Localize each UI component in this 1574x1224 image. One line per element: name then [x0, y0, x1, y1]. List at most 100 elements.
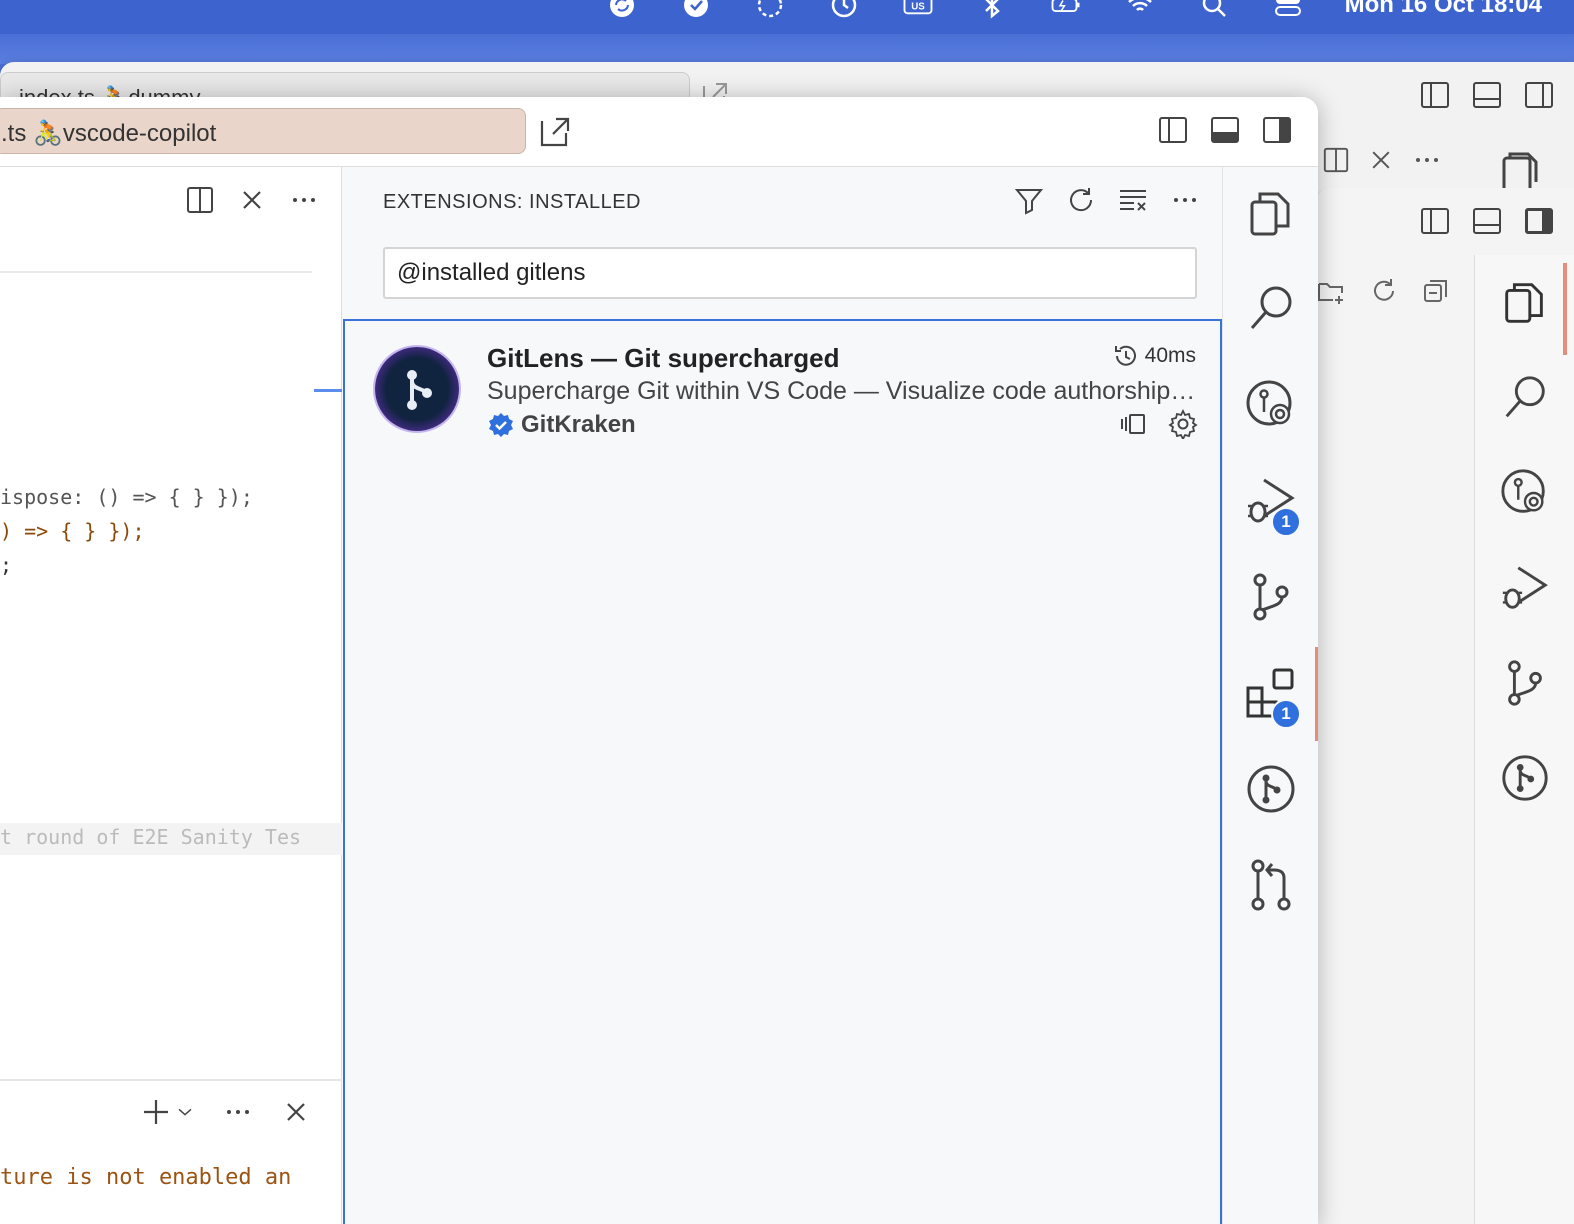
panel-divider — [0, 1079, 342, 1081]
wifi-icon[interactable] — [1123, 0, 1157, 18]
back-explorer-icon[interactable] — [1475, 255, 1574, 350]
layout-controls — [1158, 115, 1292, 145]
publisher-name: GitKraken — [521, 411, 636, 438]
back-explorer-icon-partial — [1502, 152, 1538, 192]
editor-tab-divider — [0, 271, 312, 273]
spotlight-icon[interactable] — [1197, 0, 1231, 18]
back-explorer-toolbar — [1317, 276, 1451, 306]
toggle-primary-sidebar-icon[interactable] — [1158, 115, 1188, 145]
extension-description: Supercharge Git within VS Code — Visuali… — [487, 377, 1199, 405]
back-search-icon[interactable] — [1475, 350, 1574, 445]
terminal-output: ture is not enabled an — [0, 1165, 292, 1190]
bluetooth-icon[interactable] — [975, 0, 1009, 19]
extensions-search-input[interactable]: @installed gitlens — [383, 247, 1197, 299]
search-icon[interactable] — [1223, 263, 1318, 355]
refresh-icon[interactable] — [1369, 276, 1399, 306]
toggle-secondary-sidebar-icon[interactable] — [1524, 80, 1554, 110]
extension-publisher: GitKraken — [487, 411, 636, 439]
code-line[interactable]: ispose: () => { } }); — [0, 485, 253, 509]
battery-icon[interactable] — [1049, 0, 1083, 18]
sync-ignored-icon[interactable] — [1118, 409, 1148, 439]
shield-check-icon[interactable] — [679, 0, 713, 18]
toggle-primary-sidebar-icon[interactable] — [1420, 80, 1450, 110]
close-icon[interactable] — [1368, 147, 1394, 173]
gitlens-icon[interactable] — [1223, 743, 1318, 835]
extensions-badge: 1 — [1271, 699, 1301, 729]
refresh-icon[interactable] — [1066, 185, 1096, 215]
extensions-sidebar: EXTENSIONS: INSTALLED @installed gitlens… — [343, 167, 1222, 1224]
menu-bar-clock[interactable]: Mon 16 Oct 18:04 — [1345, 0, 1542, 19]
chevron-down-icon[interactable] — [175, 1102, 195, 1122]
more-actions-icon[interactable] — [289, 185, 319, 215]
new-folder-icon[interactable] — [1317, 276, 1347, 306]
more-actions-icon[interactable] — [1170, 185, 1200, 215]
new-terminal-icon[interactable] — [141, 1097, 171, 1127]
editor-actions — [185, 185, 319, 215]
terminal-actions — [141, 1097, 311, 1127]
history-icon — [1114, 345, 1136, 366]
open-in-new-window-icon[interactable] — [538, 115, 572, 149]
toggle-secondary-sidebar-icon[interactable] — [1524, 206, 1554, 236]
extension-item-gitlens[interactable]: GitLens — Git supercharged 40ms Supercha… — [345, 321, 1220, 441]
toggle-panel-icon[interactable] — [1472, 206, 1502, 236]
vscode-window[interactable]: .ts 🚴vscode-copilot ispose: () => { } })… — [0, 97, 1318, 1224]
back-run-debug-icon[interactable] — [1475, 540, 1574, 635]
toggle-panel-icon[interactable] — [1210, 115, 1240, 145]
toggle-primary-sidebar-icon[interactable] — [1420, 206, 1450, 236]
split-editor-icon[interactable] — [185, 185, 215, 215]
timer-icon[interactable] — [827, 0, 861, 18]
activation-time: 40ms — [1113, 343, 1196, 369]
active-indicator — [1315, 647, 1318, 741]
control-center-icon[interactable] — [1271, 0, 1305, 18]
more-actions-icon[interactable] — [1412, 145, 1442, 175]
menu-bar-status-icons: US Mon 16 Oct 18:04 — [605, 0, 1574, 19]
close-icon[interactable] — [237, 185, 267, 215]
macos-menu-bar: US Mon 16 Oct 18:04 — [0, 0, 1574, 34]
back-gitlens-inspect-icon[interactable] — [1475, 445, 1574, 540]
split-editor-icon[interactable] — [1322, 146, 1350, 174]
command-center[interactable]: .ts 🚴vscode-copilot — [0, 108, 526, 154]
toggle-secondary-sidebar-icon[interactable] — [1262, 115, 1292, 145]
gitlens-inspect-icon[interactable] — [1223, 359, 1318, 451]
gear-icon[interactable] — [1168, 409, 1198, 439]
verified-publisher-icon — [489, 413, 513, 437]
keyboard-layout-label: US — [911, 2, 925, 13]
code-line[interactable]: ; — [0, 553, 12, 577]
sidebar-actions — [1014, 185, 1200, 215]
more-actions-icon[interactable] — [223, 1097, 253, 1127]
desktop-background — [0, 34, 1574, 64]
back-window-2-layout-controls — [1420, 206, 1554, 236]
back-source-control-icon[interactable] — [1475, 635, 1574, 730]
toggle-panel-icon[interactable] — [1472, 80, 1502, 110]
collapse-all-icon[interactable] — [1421, 276, 1451, 306]
back-active-indicator — [1563, 263, 1567, 355]
extensions-icon[interactable]: 1 — [1223, 647, 1318, 739]
back-window-layout-controls — [1420, 80, 1554, 110]
explorer-icon[interactable] — [1223, 167, 1318, 259]
extension-actions — [1118, 409, 1198, 439]
gitlens-logo-icon — [375, 347, 459, 431]
run-debug-icon[interactable]: 1 — [1223, 455, 1318, 547]
editor-group[interactable]: ispose: () => { } }); ) => { } }); ; t r… — [0, 167, 342, 1224]
activation-time-value: 40ms — [1144, 344, 1196, 367]
back-activity-bar — [1474, 255, 1574, 1224]
source-control-icon[interactable] — [1223, 551, 1318, 643]
extensions-list: GitLens — Git supercharged 40ms Supercha… — [343, 319, 1222, 1224]
extension-name: GitLens — Git supercharged — [487, 343, 840, 373]
sidebar-title: EXTENSIONS: INSTALLED — [383, 191, 641, 213]
pull-requests-icon[interactable] — [1223, 839, 1318, 931]
back-gitlens-icon[interactable] — [1475, 730, 1574, 825]
filter-icon[interactable] — [1014, 185, 1044, 215]
keyboard-layout-icon[interactable]: US — [901, 0, 935, 18]
activity-bar: 1 1 — [1222, 167, 1318, 1224]
back-editor-actions — [1316, 130, 1516, 190]
clear-search-icon[interactable] — [1118, 185, 1148, 215]
title-bar: .ts 🚴vscode-copilot — [0, 97, 1318, 167]
scroll-indicator — [314, 389, 342, 392]
clock-dashed-icon[interactable] — [753, 0, 787, 18]
code-line[interactable]: ) => { } }); — [0, 519, 145, 543]
run-debug-badge: 1 — [1271, 507, 1301, 537]
inline-suggestion[interactable]: t round of E2E Sanity Tes — [0, 823, 342, 855]
sync-icon[interactable] — [605, 0, 639, 18]
close-panel-icon[interactable] — [281, 1097, 311, 1127]
